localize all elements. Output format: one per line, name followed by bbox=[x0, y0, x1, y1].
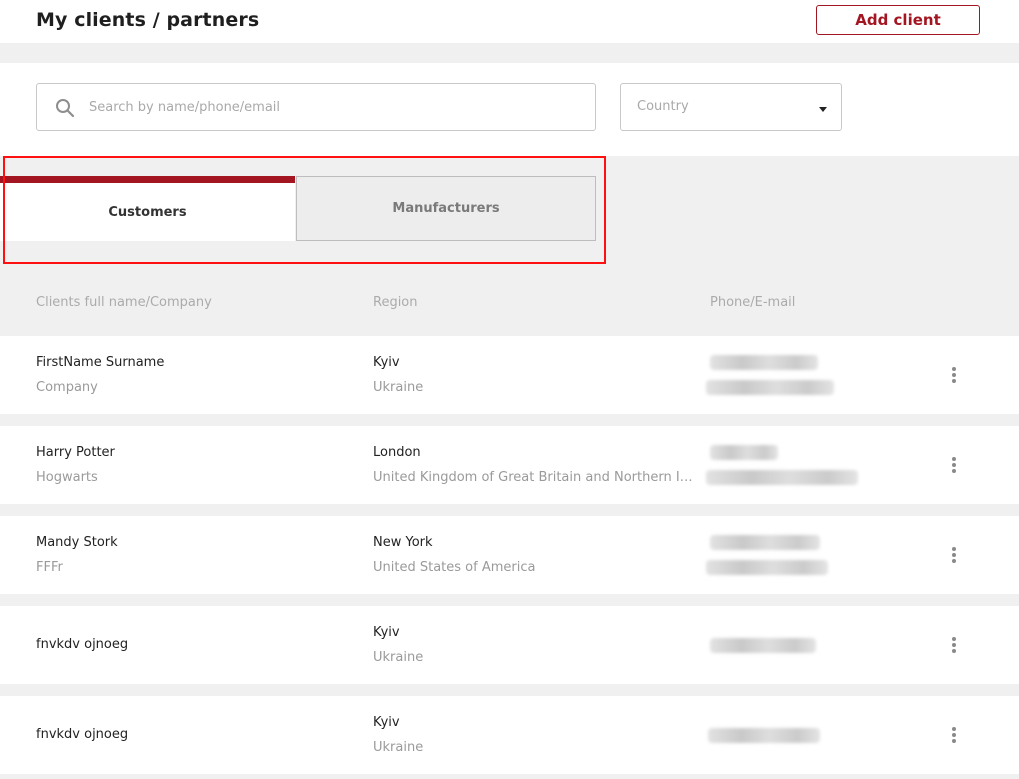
country-select[interactable]: Country bbox=[620, 83, 842, 131]
redacted-email bbox=[706, 470, 858, 485]
search-input[interactable] bbox=[89, 94, 579, 120]
more-vertical-icon[interactable] bbox=[944, 635, 964, 655]
tab-manufacturers[interactable]: Manufacturers bbox=[296, 176, 596, 241]
page-title: My clients / partners bbox=[36, 9, 260, 31]
client-city: New York bbox=[373, 535, 433, 550]
column-header-region: Region bbox=[373, 295, 418, 310]
page-header: My clients / partners Add client bbox=[0, 0, 1019, 43]
redacted-phone bbox=[710, 535, 820, 550]
add-client-button[interactable]: Add client bbox=[816, 5, 980, 35]
chevron-down-icon bbox=[819, 107, 827, 112]
client-city: Kyiv bbox=[373, 625, 400, 640]
redacted-email bbox=[706, 380, 834, 395]
redacted-phone bbox=[708, 728, 820, 743]
client-name: Harry Potter bbox=[36, 445, 115, 460]
more-vertical-icon[interactable] bbox=[944, 545, 964, 565]
client-name: fnvkdv ojnoeg bbox=[36, 637, 129, 652]
country-select-label: Country bbox=[637, 99, 689, 114]
client-country: Ukraine bbox=[373, 650, 424, 665]
client-name: Mandy Stork bbox=[36, 535, 118, 550]
more-vertical-icon[interactable] bbox=[944, 455, 964, 475]
filters-bar: Country bbox=[0, 63, 1019, 156]
client-row[interactable]: Mandy Stork FFFr New York United States … bbox=[0, 516, 1019, 594]
active-tab-indicator bbox=[0, 176, 295, 183]
client-city: Kyiv bbox=[373, 715, 400, 730]
client-company: Company bbox=[36, 380, 98, 395]
client-country: Ukraine bbox=[373, 380, 424, 395]
row-separator bbox=[0, 594, 1019, 606]
client-row[interactable]: fnvkdv ojnoeg Kyiv Ukraine bbox=[0, 696, 1019, 774]
client-row[interactable]: Harry Potter Hogwarts London United King… bbox=[0, 426, 1019, 504]
client-country: United States of America bbox=[373, 560, 536, 575]
row-separator bbox=[0, 684, 1019, 696]
tab-customers-label: Customers bbox=[108, 205, 187, 220]
client-row[interactable]: fnvkdv ojnoeg Kyiv Ukraine bbox=[0, 606, 1019, 684]
client-name: FirstName Surname bbox=[36, 355, 165, 370]
column-header-name: Clients full name/Company bbox=[36, 295, 212, 310]
tab-manufacturers-label: Manufacturers bbox=[392, 201, 500, 216]
client-country: Ukraine bbox=[373, 740, 424, 755]
row-separator bbox=[0, 504, 1019, 516]
client-name: fnvkdv ojnoeg bbox=[36, 727, 129, 742]
tab-customers[interactable]: Customers bbox=[0, 176, 295, 241]
redacted-phone bbox=[710, 638, 816, 653]
row-separator bbox=[0, 774, 1019, 779]
search-icon bbox=[56, 99, 75, 118]
client-city: Kyiv bbox=[373, 355, 400, 370]
search-box[interactable] bbox=[36, 83, 596, 131]
more-vertical-icon[interactable] bbox=[944, 725, 964, 745]
column-header-contact: Phone/E-mail bbox=[710, 295, 796, 310]
redacted-phone bbox=[710, 355, 818, 370]
redacted-email bbox=[706, 560, 828, 575]
client-row[interactable]: FirstName Surname Company Kyiv Ukraine bbox=[0, 336, 1019, 414]
client-country: United Kingdom of Great Britain and Nort… bbox=[373, 470, 695, 485]
client-company: Hogwarts bbox=[36, 470, 98, 485]
redacted-phone bbox=[710, 445, 778, 460]
section-divider bbox=[0, 43, 1019, 63]
client-company: FFFr bbox=[36, 560, 63, 575]
more-vertical-icon[interactable] bbox=[944, 365, 964, 385]
client-city: London bbox=[373, 445, 421, 460]
row-separator bbox=[0, 414, 1019, 426]
